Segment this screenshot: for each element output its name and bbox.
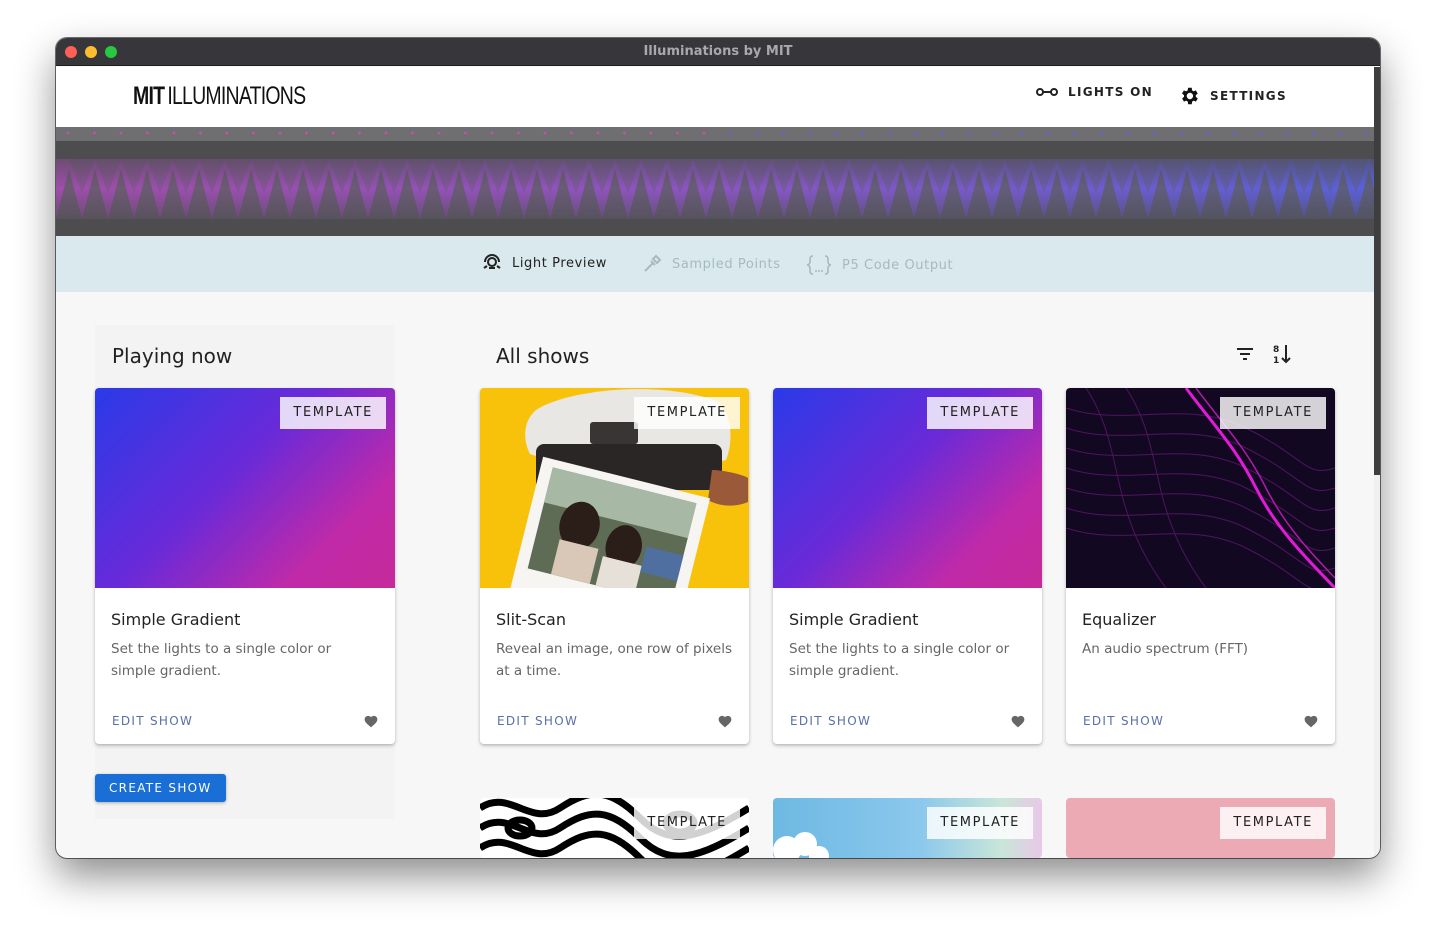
card-title: Equalizer bbox=[1082, 610, 1156, 629]
tab-p5-code-output-label: P5 Code Output bbox=[842, 257, 954, 273]
template-badge: TEMPLATE bbox=[634, 397, 740, 429]
card-description: An audio spectrum (FFT) bbox=[1082, 641, 1249, 657]
card-title: Simple Gradient bbox=[789, 610, 919, 629]
edit-show-button[interactable]: EDIT SHOW bbox=[112, 714, 193, 728]
tab-p5-code-output[interactable]: P5 Code Output bbox=[806, 254, 953, 276]
lights-on-label: LIGHTS ON bbox=[1068, 85, 1153, 99]
card-description: Reveal an image, one row of pixels at a … bbox=[496, 641, 732, 679]
sort-icon[interactable]: 8 1 bbox=[1272, 343, 1292, 365]
card-description: Set the lights to a single color or simp… bbox=[789, 641, 1010, 679]
playing-now-title: Playing now bbox=[112, 344, 233, 368]
template-badge: TEMPLATE bbox=[927, 397, 1033, 429]
card-image-gradient: TEMPLATE bbox=[95, 388, 395, 588]
card-image-wave-lines: TEMPLATE bbox=[1066, 388, 1335, 588]
show-card-simple-gradient[interactable]: TEMPLATE Simple Gradient Set the lights … bbox=[773, 388, 1042, 744]
card-title: Slit-Scan bbox=[496, 610, 566, 629]
logo-illuminations: ILLUMINATIONS bbox=[167, 82, 306, 110]
edit-show-button[interactable]: EDIT SHOW bbox=[1083, 714, 1164, 728]
settings-label: SETTINGS bbox=[1210, 89, 1287, 103]
heart-icon[interactable] bbox=[1303, 714, 1319, 728]
show-card-equalizer[interactable]: TEMPLATE Equalizer An audio spectrum (FF… bbox=[1066, 388, 1335, 744]
scrollbar[interactable] bbox=[1374, 67, 1380, 858]
light-preview-icon bbox=[483, 254, 501, 269]
heart-icon[interactable] bbox=[363, 714, 379, 728]
tab-sampled-points-label: Sampled Points bbox=[672, 256, 781, 272]
playing-now-card[interactable]: TEMPLATE Simple Gradient Set the lights … bbox=[95, 388, 395, 744]
app-header: MIT ILLUMINATIONS LIGHTS ON SETTINGS bbox=[56, 67, 1374, 127]
create-show-button[interactable]: CREATE SHOW bbox=[95, 774, 226, 802]
edit-show-button[interactable]: EDIT SHOW bbox=[790, 714, 871, 728]
heart-icon[interactable] bbox=[717, 714, 733, 728]
light-preview-visual bbox=[56, 127, 1374, 236]
template-badge: TEMPLATE bbox=[927, 807, 1033, 839]
tab-light-preview[interactable]: Light Preview bbox=[482, 254, 607, 272]
preview-tabs: Light Preview Sampled Points P5 Code Out… bbox=[56, 236, 1374, 292]
show-card-pink[interactable]: TEMPLATE bbox=[1066, 798, 1335, 858]
template-badge: TEMPLATE bbox=[280, 397, 386, 429]
tab-sampled-points[interactable]: Sampled Points bbox=[642, 254, 781, 274]
heart-icon[interactable] bbox=[1010, 714, 1026, 728]
eyedropper-icon bbox=[644, 254, 662, 272]
title-bar: Illuminations by MIT bbox=[56, 38, 1380, 66]
code-braces-icon bbox=[806, 255, 832, 275]
card-image-sky: TEMPLATE bbox=[773, 798, 1042, 858]
card-image-gradient: TEMPLATE bbox=[773, 388, 1042, 588]
card-image-instant-camera: TEMPLATE bbox=[480, 388, 749, 588]
app-logo[interactable]: MIT ILLUMINATIONS bbox=[133, 82, 306, 111]
logo-mit: MIT bbox=[133, 82, 165, 110]
template-badge: TEMPLATE bbox=[1220, 397, 1326, 429]
light-preview-strip bbox=[56, 127, 1374, 236]
svg-text:8: 8 bbox=[1273, 345, 1279, 355]
window-title: Illuminations by MIT bbox=[643, 44, 793, 59]
show-card-zebra[interactable]: TEMPLATE bbox=[480, 798, 749, 858]
show-card-slit-scan[interactable]: TEMPLATE Slit-Scan Reveal an image, one … bbox=[480, 388, 749, 744]
card-image-pink: TEMPLATE bbox=[1066, 798, 1335, 858]
edit-show-button[interactable]: EDIT SHOW bbox=[497, 714, 578, 728]
card-description: Set the lights to a single color or simp… bbox=[111, 641, 332, 679]
tab-light-preview-label: Light Preview bbox=[512, 255, 607, 271]
lights-on-button[interactable]: LIGHTS ON bbox=[1036, 85, 1153, 99]
template-badge: TEMPLATE bbox=[634, 807, 740, 839]
all-shows-title: All shows bbox=[496, 344, 590, 368]
card-title: Simple Gradient bbox=[111, 610, 241, 629]
settings-button[interactable]: SETTINGS bbox=[1178, 85, 1287, 107]
scrollbar-thumb[interactable] bbox=[1374, 67, 1380, 475]
template-badge: TEMPLATE bbox=[1220, 807, 1326, 839]
gear-icon bbox=[1182, 87, 1198, 105]
app-window: Illuminations by MIT MIT ILLUMINATIONS LI… bbox=[56, 38, 1380, 858]
svg-text:1: 1 bbox=[1273, 356, 1279, 365]
filter-icon[interactable] bbox=[1235, 344, 1255, 364]
card-image-zebra: TEMPLATE bbox=[480, 798, 749, 858]
toggle-lights-icon bbox=[1036, 88, 1058, 96]
show-card-sky[interactable]: TEMPLATE bbox=[773, 798, 1042, 858]
